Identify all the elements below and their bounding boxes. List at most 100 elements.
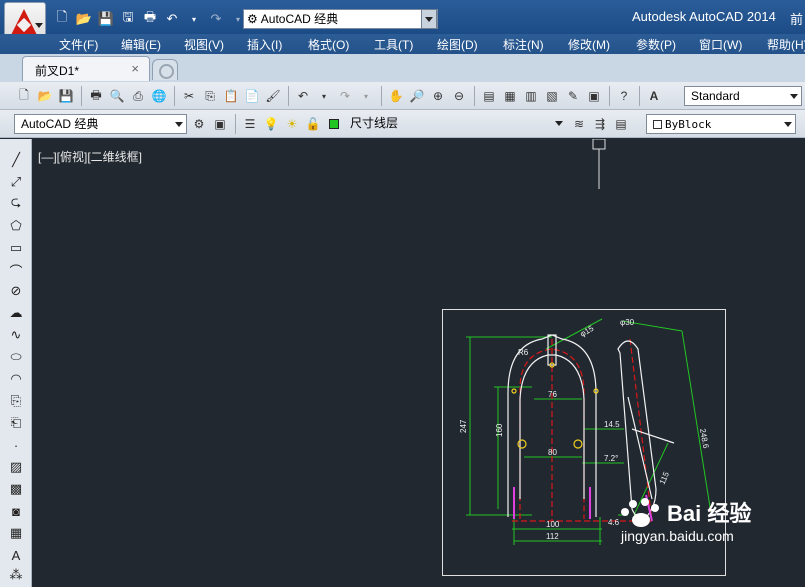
rectangle-icon[interactable]: ▭: [7, 239, 25, 257]
paste-icon[interactable]: 📋: [221, 86, 241, 106]
autocad-logo-icon: [11, 9, 37, 35]
toolbar-divider: [81, 86, 82, 106]
save-as-icon[interactable]: 🖫: [118, 9, 138, 29]
layer-on-icon[interactable]: 💡: [261, 114, 281, 134]
customize-quick-access-button[interactable]: [421, 9, 437, 29]
sheet-set-icon[interactable]: ▧: [542, 86, 562, 106]
ellipse-arc-icon[interactable]: ◠: [7, 370, 25, 388]
zoom-window-icon[interactable]: ⊕: [428, 86, 448, 106]
text-style-select[interactable]: Standard: [684, 86, 802, 106]
paste-special-icon[interactable]: 📄: [242, 86, 262, 106]
tool-palettes-icon[interactable]: ▥: [521, 86, 541, 106]
table-icon[interactable]: ▦: [7, 524, 25, 542]
menu-help[interactable]: 帮助(H): [767, 36, 805, 53]
undo-icon[interactable]: ↶: [162, 9, 182, 29]
save-icon[interactable]: 💾: [96, 9, 116, 29]
menu-view[interactable]: 视图(V): [184, 36, 224, 53]
menu-draw[interactable]: 绘图(D): [437, 36, 478, 53]
open-file-icon[interactable]: 📂: [35, 86, 55, 106]
layer-states-icon[interactable]: ▤: [611, 114, 631, 134]
revision-cloud-icon[interactable]: ☁: [7, 304, 25, 322]
chevron-down-icon[interactable]: [172, 115, 186, 133]
chevron-down-icon[interactable]: [781, 115, 795, 133]
menu-file[interactable]: 文件(F): [59, 36, 98, 53]
drawing-title: 前: [790, 12, 804, 27]
polyline-icon[interactable]: ⮎: [7, 194, 25, 213]
redo-icon[interactable]: ↷: [335, 86, 355, 106]
layer-lock-icon[interactable]: 🔓: [303, 114, 323, 134]
toolbar-divider: [174, 86, 175, 106]
publish-icon[interactable]: 🌐: [149, 86, 169, 106]
layer-previous-icon[interactable]: ⇶: [590, 114, 610, 134]
open-file-icon[interactable]: 📂: [74, 9, 94, 29]
print-icon[interactable]: 🖶: [86, 86, 106, 106]
workspace-save-icon[interactable]: ▣: [210, 114, 230, 134]
menu-window[interactable]: 窗口(W): [699, 36, 742, 53]
design-center-icon[interactable]: ▦: [500, 86, 520, 106]
undo-icon[interactable]: ↶: [293, 86, 313, 106]
crosshair-cursor: [592, 139, 606, 189]
insert-block-icon[interactable]: ⎘: [7, 392, 25, 410]
new-tab-button[interactable]: [152, 59, 178, 80]
pan-icon[interactable]: ✋: [386, 86, 406, 106]
zoom-realtime-icon[interactable]: 🔎: [407, 86, 427, 106]
hatch-icon[interactable]: ▨: [7, 458, 25, 476]
viewport-controls[interactable]: [—][俯视][二维线框]: [38, 148, 142, 165]
circle-icon[interactable]: ⊘: [7, 282, 25, 300]
markup-icon[interactable]: ✎: [563, 86, 583, 106]
print-preview-icon[interactable]: 🔍: [107, 86, 127, 106]
make-current-layer-icon[interactable]: ≋: [569, 114, 589, 134]
cut-icon[interactable]: ✂: [179, 86, 199, 106]
new-file-icon[interactable]: 🗋: [52, 9, 72, 29]
point-icon[interactable]: ·: [7, 436, 25, 454]
layer-color-swatch-icon[interactable]: [324, 114, 344, 134]
new-file-icon[interactable]: 🗋: [14, 86, 34, 106]
menu-modify[interactable]: 修改(M): [568, 36, 610, 53]
zoom-previous-icon[interactable]: ⊖: [449, 86, 469, 106]
chevron-down-icon[interactable]: [552, 114, 566, 132]
menu-dimension[interactable]: 标注(N): [503, 36, 544, 53]
layer-select[interactable]: 尺寸线层: [346, 114, 566, 134]
undo-dropdown-icon[interactable]: ▾: [184, 9, 204, 29]
workspace-select[interactable]: AutoCAD 经典: [14, 114, 187, 134]
print-icon[interactable]: 🖶: [140, 9, 160, 29]
make-block-icon[interactable]: ⎗: [7, 414, 25, 432]
menu-format[interactable]: 格式(O): [308, 36, 349, 53]
construction-line-icon[interactable]: ⤢: [7, 173, 25, 191]
redo-dropdown-icon[interactable]: ▾: [356, 86, 376, 106]
menu-tools[interactable]: 工具(T): [374, 36, 413, 53]
redo-icon[interactable]: ↷: [206, 9, 226, 29]
arc-icon[interactable]: ⌒: [7, 261, 25, 279]
chevron-down-icon[interactable]: [787, 87, 801, 105]
plot-icon[interactable]: ⎙: [128, 86, 148, 106]
quickcalc-icon[interactable]: ▣: [584, 86, 604, 106]
document-tab[interactable]: 前叉D1* ×: [22, 56, 150, 81]
properties-icon[interactable]: ▤: [479, 86, 499, 106]
help-icon[interactable]: ?: [614, 86, 634, 106]
close-icon[interactable]: ×: [131, 61, 139, 76]
menu-edit[interactable]: 编辑(E): [121, 36, 161, 53]
ellipse-icon[interactable]: ⬭: [7, 348, 25, 366]
polygon-icon[interactable]: ⬠: [7, 217, 25, 235]
spline-icon[interactable]: ∿: [7, 326, 25, 344]
save-icon[interactable]: 💾: [56, 86, 76, 106]
dim-label-14-5: 14.5: [604, 420, 620, 429]
line-icon[interactable]: ╱: [7, 151, 25, 169]
text-style-icon[interactable]: A: [644, 86, 664, 106]
add-selected-icon[interactable]: ⁂: [7, 566, 25, 584]
workspace-settings-icon[interactable]: ⚙: [189, 114, 209, 134]
multiline-text-icon[interactable]: A: [7, 546, 25, 564]
workspace-selector[interactable]: ⚙ AutoCAD 经典: [243, 9, 438, 29]
match-properties-icon[interactable]: 🖌: [263, 86, 283, 106]
draw-toolbar: ╱ ⤢ ⮎ ⬠ ▭ ⌒ ⊘ ☁ ∿ ⬭ ◠ ⎘ ⎗ · ▨ ▩ ◙ ▦ A ⁂: [0, 139, 32, 587]
undo-dropdown-icon[interactable]: ▾: [314, 86, 334, 106]
menu-parameters[interactable]: 参数(P): [636, 36, 676, 53]
color-select[interactable]: ByBlock: [646, 114, 796, 134]
layer-properties-icon[interactable]: ☰: [240, 114, 260, 134]
layer-thaw-icon[interactable]: ☀: [282, 114, 302, 134]
region-icon[interactable]: ◙: [7, 502, 25, 520]
gradient-icon[interactable]: ▩: [7, 480, 25, 498]
dim-label-7-2-deg: 7.2°: [604, 454, 618, 463]
copy-icon[interactable]: ⎘: [200, 86, 220, 106]
menu-insert[interactable]: 插入(I): [247, 36, 282, 53]
